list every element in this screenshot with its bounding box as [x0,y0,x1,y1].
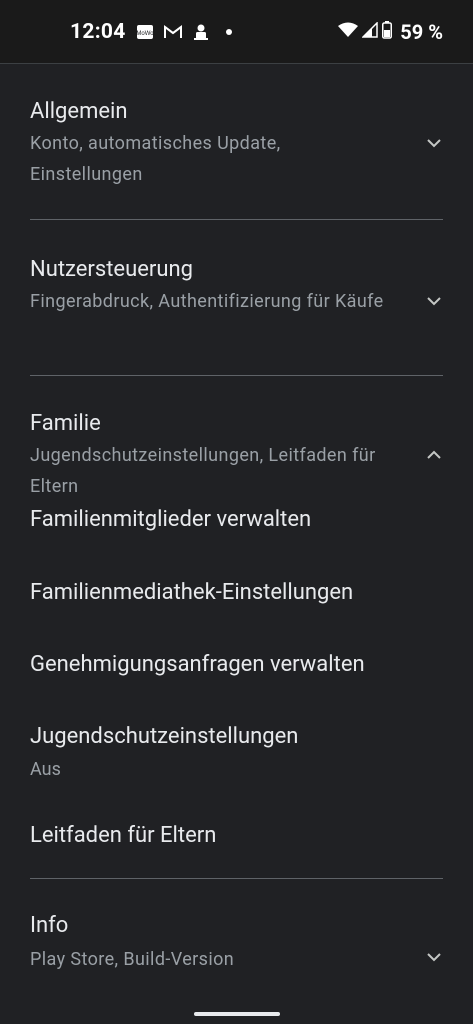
list-item-familienmitglieder[interactable]: Familienmitglieder verwalten [0,501,473,574]
battery-icon [382,20,393,43]
section-title-nutzersteuerung: Nutzersteuerung [30,257,193,282]
status-time: 12:04 [70,19,126,44]
section-subtitle-nutzersteuerung: Fingerabdruck, Authentifizierung für Käu… [30,291,384,312]
status-bar: 12:04 MoWo 59 % [0,0,473,64]
section-subtitle-allgemein: Konto, automatisches Update, Einstellung… [30,133,281,185]
chevron-down-icon[interactable] [425,134,443,152]
section-title-familie: Familie [30,411,101,436]
section-subtitle-info: Play Store, Build-Version [30,949,235,970]
chevron-down-icon[interactable] [425,948,443,966]
item-subtitle: Aus [30,759,61,780]
list-item-jugendschutzeinstellungen[interactable]: Jugendschutzeinstellungen Aus [0,718,473,822]
item-title: Leitfaden für Eltern [30,823,217,848]
list-item-familienmediathek[interactable]: Familienmediathek-Einstellungen [0,574,473,646]
bot-icon [192,23,210,41]
gmail-icon [163,23,182,41]
signal-icon [361,20,379,42]
section-title-allgemein: Allgemein [30,99,128,124]
section-subtitle-familie: Jugendschutzeinstellungen, Leitfaden für… [30,445,376,497]
item-title: Familienmediathek-Einstellungen [30,580,354,605]
item-title: Genehmigungsanfragen verwalten [30,652,365,677]
section-nutzersteuerung[interactable]: Nutzersteuerung Fingerabdruck, Authentif… [0,220,473,375]
battery-percentage: 59 % [400,19,443,44]
section-title-info: Info [30,913,69,938]
section-familie[interactable]: Familie Jugendschutzeinstellungen, Leitf… [0,376,473,501]
chevron-down-icon[interactable] [425,292,443,310]
chevron-up-icon[interactable] [425,446,443,464]
gesture-navigation-handle[interactable] [193,1012,280,1016]
mowo-icon: MoWo [136,23,154,41]
list-item-genehmigungsanfragen[interactable]: Genehmigungsanfragen verwalten [0,646,473,718]
wifi-icon [338,22,359,42]
item-title: Familienmitglieder verwalten [30,507,312,532]
list-item-leitfaden[interactable]: Leitfaden für Eltern [0,822,473,878]
item-title: Jugendschutzeinstellungen [30,724,299,749]
svg-text:MoWo: MoWo [136,31,154,37]
section-info[interactable]: Info Play Store, Build-Version [0,879,473,979]
section-allgemein[interactable]: Allgemein Konto, automatisches Update, E… [0,65,473,219]
more-notifications-dot [225,28,232,35]
settings-list: Allgemein Konto, automatisches Update, E… [0,65,473,1024]
